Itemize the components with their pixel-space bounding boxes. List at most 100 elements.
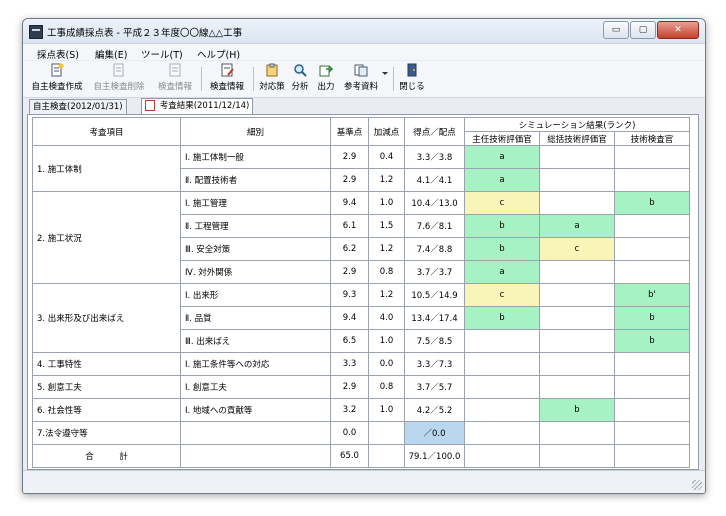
base-score-cell: 2.9 <box>330 168 369 192</box>
rank-cell <box>614 214 690 238</box>
category-cell: 5. 創意工夫 <box>32 375 181 399</box>
menu-tools[interactable]: ツール(T) <box>141 47 183 61</box>
header-chief-evaluator: 主任技術評価官 <box>464 131 540 146</box>
add-score-cell: 1.0 <box>368 329 405 353</box>
table-row: 1. 施工体制 Ⅰ. 施工体制一般 2.9 0.4 3.3／3.8 a <box>32 145 690 192</box>
delete-self-inspection-button[interactable]: 自主検査削除 <box>91 63 147 95</box>
header-technical-inspector: 技術検査官 <box>614 131 690 146</box>
toolbar-separator <box>253 67 254 91</box>
analysis-button[interactable]: 分析 <box>289 63 311 95</box>
rank-cell: a <box>464 260 540 284</box>
tab-review-result[interactable]: 考査結果(2011/12/14) <box>141 98 254 115</box>
tab-self-inspection[interactable]: 自主検査(2012/01/31) <box>29 99 127 114</box>
resize-grip-icon[interactable] <box>692 480 702 490</box>
countermeasure-button[interactable]: 対応策 <box>257 63 287 95</box>
rank-cell: b <box>614 191 690 215</box>
rank-cell: a <box>464 145 540 169</box>
info-doc-icon <box>168 63 182 77</box>
add-score-cell <box>368 421 405 445</box>
score-cell[interactable]: 7.6／8.1 <box>404 214 465 238</box>
rank-cell <box>464 329 540 353</box>
tab-self-inspection-label: 自主検査(2012/01/31) <box>33 102 123 112</box>
detail-cell: Ⅳ. 対外関係 <box>180 260 331 284</box>
score-cell[interactable]: 10.5／14.9 <box>404 283 465 307</box>
table-row: 5. 創意工夫 Ⅰ. 創意工夫 2.9 0.8 3.7／5.7 <box>32 375 690 399</box>
score-cell[interactable]: 3.7／3.7 <box>404 260 465 284</box>
add-score-cell: 0.8 <box>368 260 405 284</box>
menu-edit[interactable]: 編集(E) <box>95 47 127 61</box>
table-row: 3. 出来形及び出来ばえ Ⅰ. 出来形 9.3 1.2 10.5／14.9 c b' <box>32 283 690 353</box>
total-score-cell: 79.1／100.0 <box>404 444 465 468</box>
score-cell[interactable]: 3.7／5.7 <box>404 375 465 399</box>
menu-help[interactable]: ヘルプ(H) <box>197 47 240 61</box>
score-cell[interactable]: 4.2／5.2 <box>404 398 465 422</box>
app-window: 工事成績採点表 - 平成２３年度〇〇線△△工事 ▭ ▢ ✕ 採点表(S) 編集(… <box>22 18 706 494</box>
close-button[interactable]: ✕ <box>657 21 699 39</box>
table-row: 6. 社会性等 Ⅰ. 地域への貢献等 3.2 1.0 4.2／5.2 b <box>32 398 690 422</box>
create-self-inspection-button[interactable]: 自主検査作成 <box>29 63 85 95</box>
menu-sheet[interactable]: 採点表(S) <box>37 47 79 61</box>
rank-cell <box>539 168 615 192</box>
window-title: 工事成績採点表 - 平成２３年度〇〇線△△工事 <box>47 28 243 39</box>
score-cell[interactable]: 7.5／8.5 <box>404 329 465 353</box>
rank-cell <box>614 375 690 399</box>
add-score-cell: 0.0 <box>368 352 405 376</box>
reference-button[interactable]: 参考資料 <box>341 63 381 95</box>
score-cell[interactable]: 10.4／13.0 <box>404 191 465 215</box>
export-button[interactable]: 出力 <box>315 63 337 95</box>
category-cell: 6. 社会性等 <box>32 398 181 422</box>
exit-icon <box>405 63 419 77</box>
rank-cell <box>464 375 540 399</box>
score-cell[interactable]: 4.1／4.1 <box>404 168 465 192</box>
detail-cell: Ⅰ. 地域への貢献等 <box>180 398 331 422</box>
rank-cell <box>539 329 615 353</box>
inspection-info-button[interactable]: 検査情報 <box>205 63 249 95</box>
rank-cell <box>539 260 615 284</box>
rank-cell <box>539 375 615 399</box>
inspection-info-label: 検査情報 <box>209 82 244 92</box>
rank-cell: c <box>464 283 540 307</box>
new-doc-icon <box>50 63 64 77</box>
base-score-cell: 0.0 <box>330 421 369 445</box>
score-cell[interactable]: ／0.0 <box>404 421 465 445</box>
rank-cell <box>539 191 615 215</box>
detail-cell <box>180 421 331 445</box>
rank-cell: c <box>539 237 615 261</box>
score-cell[interactable]: 3.3／3.8 <box>404 145 465 169</box>
add-score-cell: 1.5 <box>368 214 405 238</box>
base-score-cell: 9.4 <box>330 191 369 215</box>
reference-dropdown-button[interactable] <box>381 63 389 95</box>
magnifier-icon <box>293 63 307 77</box>
base-score-cell: 6.5 <box>330 329 369 353</box>
header-add: 加減点 <box>368 117 405 146</box>
score-cell[interactable]: 13.4／17.4 <box>404 306 465 330</box>
minimize-button[interactable]: ▭ <box>603 21 629 39</box>
score-cell[interactable]: 3.3／7.3 <box>404 352 465 376</box>
category-cell: 7.法令遵守等 <box>32 421 181 445</box>
total-rank-cell <box>614 444 690 468</box>
add-score-cell: 1.2 <box>368 283 405 307</box>
clipboard-icon <box>265 63 279 77</box>
title-bar: 工事成績採点表 - 平成２３年度〇〇線△△工事 ▭ ▢ ✕ <box>23 19 705 44</box>
base-score-cell: 2.9 <box>330 260 369 284</box>
header-item: 考査項目 <box>32 117 181 146</box>
rank-cell <box>614 145 690 169</box>
score-cell[interactable]: 7.4／8.8 <box>404 237 465 261</box>
export-icon <box>319 63 334 77</box>
header-score: 得点／配点 <box>404 117 465 146</box>
detail-cell: Ⅰ. 出来形 <box>180 283 331 307</box>
maximize-button[interactable]: ▢ <box>630 21 656 39</box>
base-score-cell: 3.3 <box>330 352 369 376</box>
rank-cell: b <box>464 214 540 238</box>
inspection-info-disabled-button[interactable]: 検査情報 <box>153 63 197 95</box>
reference-icon <box>354 63 368 77</box>
add-score-cell: 4.0 <box>368 306 405 330</box>
close-sheet-button[interactable]: 閉じる <box>397 63 427 95</box>
add-score-cell: 1.2 <box>368 237 405 261</box>
countermeasure-label: 対応策 <box>259 82 285 92</box>
close-sheet-label: 閉じる <box>399 82 425 92</box>
rank-cell: b <box>464 306 540 330</box>
base-score-cell: 2.9 <box>330 145 369 169</box>
total-rank-cell <box>464 444 540 468</box>
chevron-down-icon <box>381 63 389 77</box>
